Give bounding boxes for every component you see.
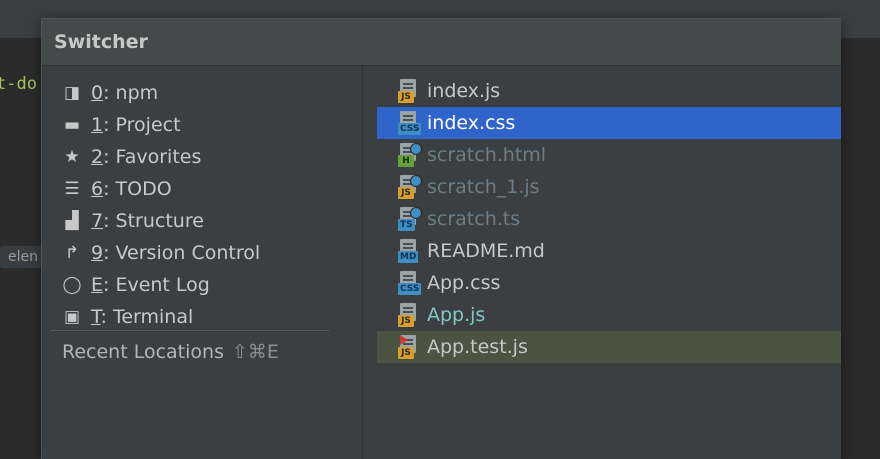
tool-window-label: : Project	[103, 114, 181, 136]
file-name: index.css	[427, 112, 516, 134]
js-test-file-icon: JS	[398, 335, 420, 359]
tool-window-label: : npm	[103, 82, 159, 104]
file-row-scratch-html[interactable]: H scratch.html	[377, 139, 841, 171]
js-file-icon: JS	[398, 303, 420, 327]
recent-files-list: JS index.js CSS index.css H scratch.html…	[377, 75, 841, 459]
tool-window-label: : Event Log	[103, 274, 210, 296]
tool-window-favorites[interactable]: ★ 2: Favorites	[42, 141, 362, 173]
file-row-app-css[interactable]: CSS App.css	[377, 267, 841, 299]
mnemonic: 6	[91, 178, 104, 200]
editor-code-fragment: t-do	[0, 74, 37, 94]
pane-divider	[362, 66, 363, 459]
mnemonic: 1	[91, 114, 104, 136]
mnemonic: 2	[91, 146, 104, 168]
switcher-popup: Switcher ◨ 0: npm ▬ 1: Project ★ 2: Favorit…	[41, 18, 841, 459]
mnemonic: 9	[91, 242, 104, 264]
version-control-icon: ↱	[64, 243, 80, 263]
recent-locations-label: Recent Locations	[62, 341, 224, 363]
ts-scratch-icon: TS	[398, 207, 422, 231]
tool-window-label: : Structure	[103, 210, 204, 232]
css-file-icon: CSS	[398, 111, 422, 135]
switcher-title: Switcher	[42, 19, 841, 66]
mnemonic: 7	[91, 210, 104, 232]
tool-window-structure[interactable]: ▟ 7: Structure	[42, 205, 362, 237]
tool-window-label: : TODO	[103, 178, 172, 200]
recent-locations-shortcut: ⇧⌘E	[231, 341, 279, 363]
js-scratch-icon: JS	[398, 175, 422, 199]
terminal-icon: ▣	[63, 307, 81, 327]
file-row-scratch-ts[interactable]: TS scratch.ts	[377, 203, 841, 235]
tool-window-todo[interactable]: ☰ 6: TODO	[42, 173, 362, 205]
tool-window-list: ◨ 0: npm ▬ 1: Project ★ 2: Favorites ☰ 6: TO…	[42, 66, 362, 459]
tool-window-npm[interactable]: ◨ 0: npm	[42, 77, 362, 109]
separator	[50, 330, 329, 331]
html-scratch-icon: H	[398, 143, 422, 167]
md-file-icon: MD	[398, 239, 420, 263]
tool-window-label: : Favorites	[103, 146, 202, 168]
js-file-icon: JS	[398, 79, 420, 103]
mnemonic: 0	[91, 82, 104, 104]
npm-icon: ◨	[63, 83, 81, 103]
todo-list-icon: ☰	[64, 179, 80, 199]
file-row-scratch-1-js[interactable]: JS scratch_1.js	[377, 171, 841, 203]
file-name: App.css	[427, 272, 501, 294]
tool-window-label: : Terminal	[100, 306, 194, 328]
file-name: scratch.html	[427, 144, 547, 166]
folder-icon: ▬	[63, 115, 81, 135]
file-name: App.js	[427, 304, 486, 326]
editor-hint-chip: elen	[0, 246, 46, 268]
tool-window-terminal[interactable]: ▣ T: Terminal	[42, 301, 362, 333]
tool-window-event-log[interactable]: ◯ E: Event Log	[42, 269, 362, 301]
mnemonic: T	[91, 306, 101, 328]
file-name: App.test.js	[427, 336, 528, 358]
structure-icon: ▟	[65, 211, 79, 231]
event-log-icon: ◯	[62, 275, 82, 295]
file-name: README.md	[427, 240, 545, 262]
file-row-app-test-js[interactable]: JS App.test.js	[377, 331, 841, 363]
tool-window-label: : Version Control	[103, 242, 261, 264]
tool-window-project[interactable]: ▬ 1: Project	[42, 109, 362, 141]
file-row-index-css[interactable]: CSS index.css	[377, 107, 841, 139]
file-row-index-js[interactable]: JS index.js	[377, 75, 841, 107]
file-row-readme-md[interactable]: MD README.md	[377, 235, 841, 267]
css-file-icon: CSS	[398, 271, 422, 295]
file-row-app-js[interactable]: JS App.js	[377, 299, 841, 331]
star-icon: ★	[64, 147, 80, 167]
tool-window-version-control[interactable]: ↱ 9: Version Control	[42, 237, 362, 269]
recent-locations-item[interactable]: Recent Locations ⇧⌘E	[62, 336, 279, 368]
mnemonic: E	[91, 274, 104, 296]
file-name: scratch.ts	[427, 208, 521, 230]
file-name: index.js	[427, 80, 501, 102]
file-name: scratch_1.js	[427, 176, 540, 198]
